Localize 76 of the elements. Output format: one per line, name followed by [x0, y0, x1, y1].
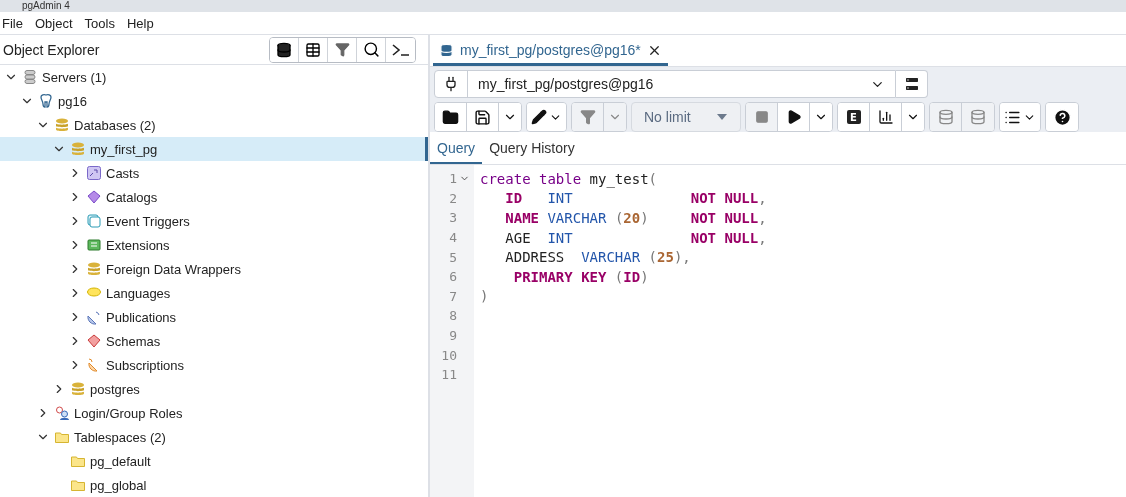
tree-item[interactable]: Foreign Data Wrappers [0, 257, 428, 281]
line-number: 1 [449, 171, 457, 187]
filter-icon [579, 109, 596, 125]
line-number: 5 [449, 249, 457, 265]
terminal-icon [390, 41, 411, 58]
menu-item[interactable]: Help [126, 15, 154, 31]
code-line: ) [480, 288, 489, 305]
tab[interactable]: Query History [482, 134, 582, 164]
catalog-icon [86, 189, 102, 205]
tree-item[interactable]: Tablespaces (2) [0, 425, 428, 449]
pencil-icon [531, 109, 547, 125]
code-line: ID INT NOT NULL, [504, 190, 767, 207]
menu-item[interactable]: Tools [84, 15, 115, 31]
toolbar-button[interactable] [1000, 103, 1040, 131]
toolbar-button[interactable] [1046, 103, 1078, 131]
line-number: 8 [449, 308, 457, 324]
bar-chart-icon [877, 109, 894, 125]
server-stack-icon [22, 69, 38, 85]
users-icon [54, 405, 70, 421]
folder-icon [442, 108, 459, 126]
tree-item[interactable]: my_first_pg [0, 137, 428, 161]
code-line: ADDRESS VARCHAR (25), [504, 249, 691, 266]
panel-title: Object Explorer [3, 41, 100, 58]
tree-item[interactable]: Publications [0, 305, 428, 329]
folder-icon [70, 477, 86, 493]
line-number: 11 [441, 367, 457, 383]
tree-item[interactable]: Casts [0, 161, 428, 185]
tree-item[interactable]: pg_global [0, 473, 428, 497]
tree-item[interactable]: Subscriptions [0, 353, 428, 377]
line-number: 7 [449, 288, 457, 304]
menu-item[interactable]: Object [34, 15, 73, 31]
folder-icon [70, 453, 86, 469]
extension-icon [86, 237, 102, 253]
toolbar-button[interactable] [527, 103, 566, 131]
connection-select[interactable]: my_first_pg/postgres@pg16 [434, 70, 896, 98]
folder-icon [54, 429, 70, 445]
window-title: pgAdmin 4 [0, 0, 1126, 12]
line-number: 6 [449, 269, 457, 285]
tree-item[interactable]: pg_default [0, 449, 428, 473]
line-number: 3 [449, 210, 457, 226]
code-line: AGE INT NOT NULL, [504, 229, 767, 246]
tree-item[interactable]: Languages [0, 281, 428, 305]
filter-icon [334, 42, 350, 57]
table-icon [305, 41, 321, 58]
code-line: create table my_test( [480, 170, 658, 187]
line-number: 10 [441, 347, 457, 363]
code-line: NAME VARCHAR (20) NOT NULL, [504, 210, 767, 226]
database-check-icon [937, 109, 954, 125]
schema-icon [86, 333, 102, 349]
tree-item[interactable]: Login/Group Roles [0, 401, 428, 425]
code-line: PRIMARY KEY (ID) [512, 268, 649, 285]
help-icon [1052, 107, 1072, 127]
tree-item[interactable]: Servers (1) [0, 65, 428, 89]
tree-item[interactable]: Databases (2) [0, 113, 428, 137]
tree-item[interactable]: Extensions [0, 233, 428, 257]
line-number: 9 [449, 328, 457, 344]
toolbar-button[interactable] [435, 103, 467, 131]
tree-item[interactable]: pg16 [0, 89, 428, 113]
line-number: 2 [449, 190, 457, 206]
tree-item[interactable]: Schemas [0, 329, 428, 353]
line-number: 4 [449, 230, 457, 246]
cast-icon [86, 165, 102, 181]
save-icon [474, 108, 491, 126]
new-connection-button[interactable] [896, 70, 928, 98]
toolbar-button[interactable] [270, 37, 299, 62]
tree-item[interactable]: postgres [0, 377, 428, 401]
trigger-icon [86, 213, 102, 229]
search-icon [362, 41, 380, 58]
tree-item[interactable]: Event Triggers [0, 209, 428, 233]
caret-icon [716, 113, 728, 121]
database-undo-icon [970, 109, 986, 125]
menu-item[interactable]: File [2, 15, 23, 31]
plug-icon [443, 76, 459, 92]
stop-icon [754, 110, 769, 124]
tree-item[interactable]: Catalogs [0, 185, 428, 209]
toolbar-button[interactable]: E [838, 103, 870, 131]
